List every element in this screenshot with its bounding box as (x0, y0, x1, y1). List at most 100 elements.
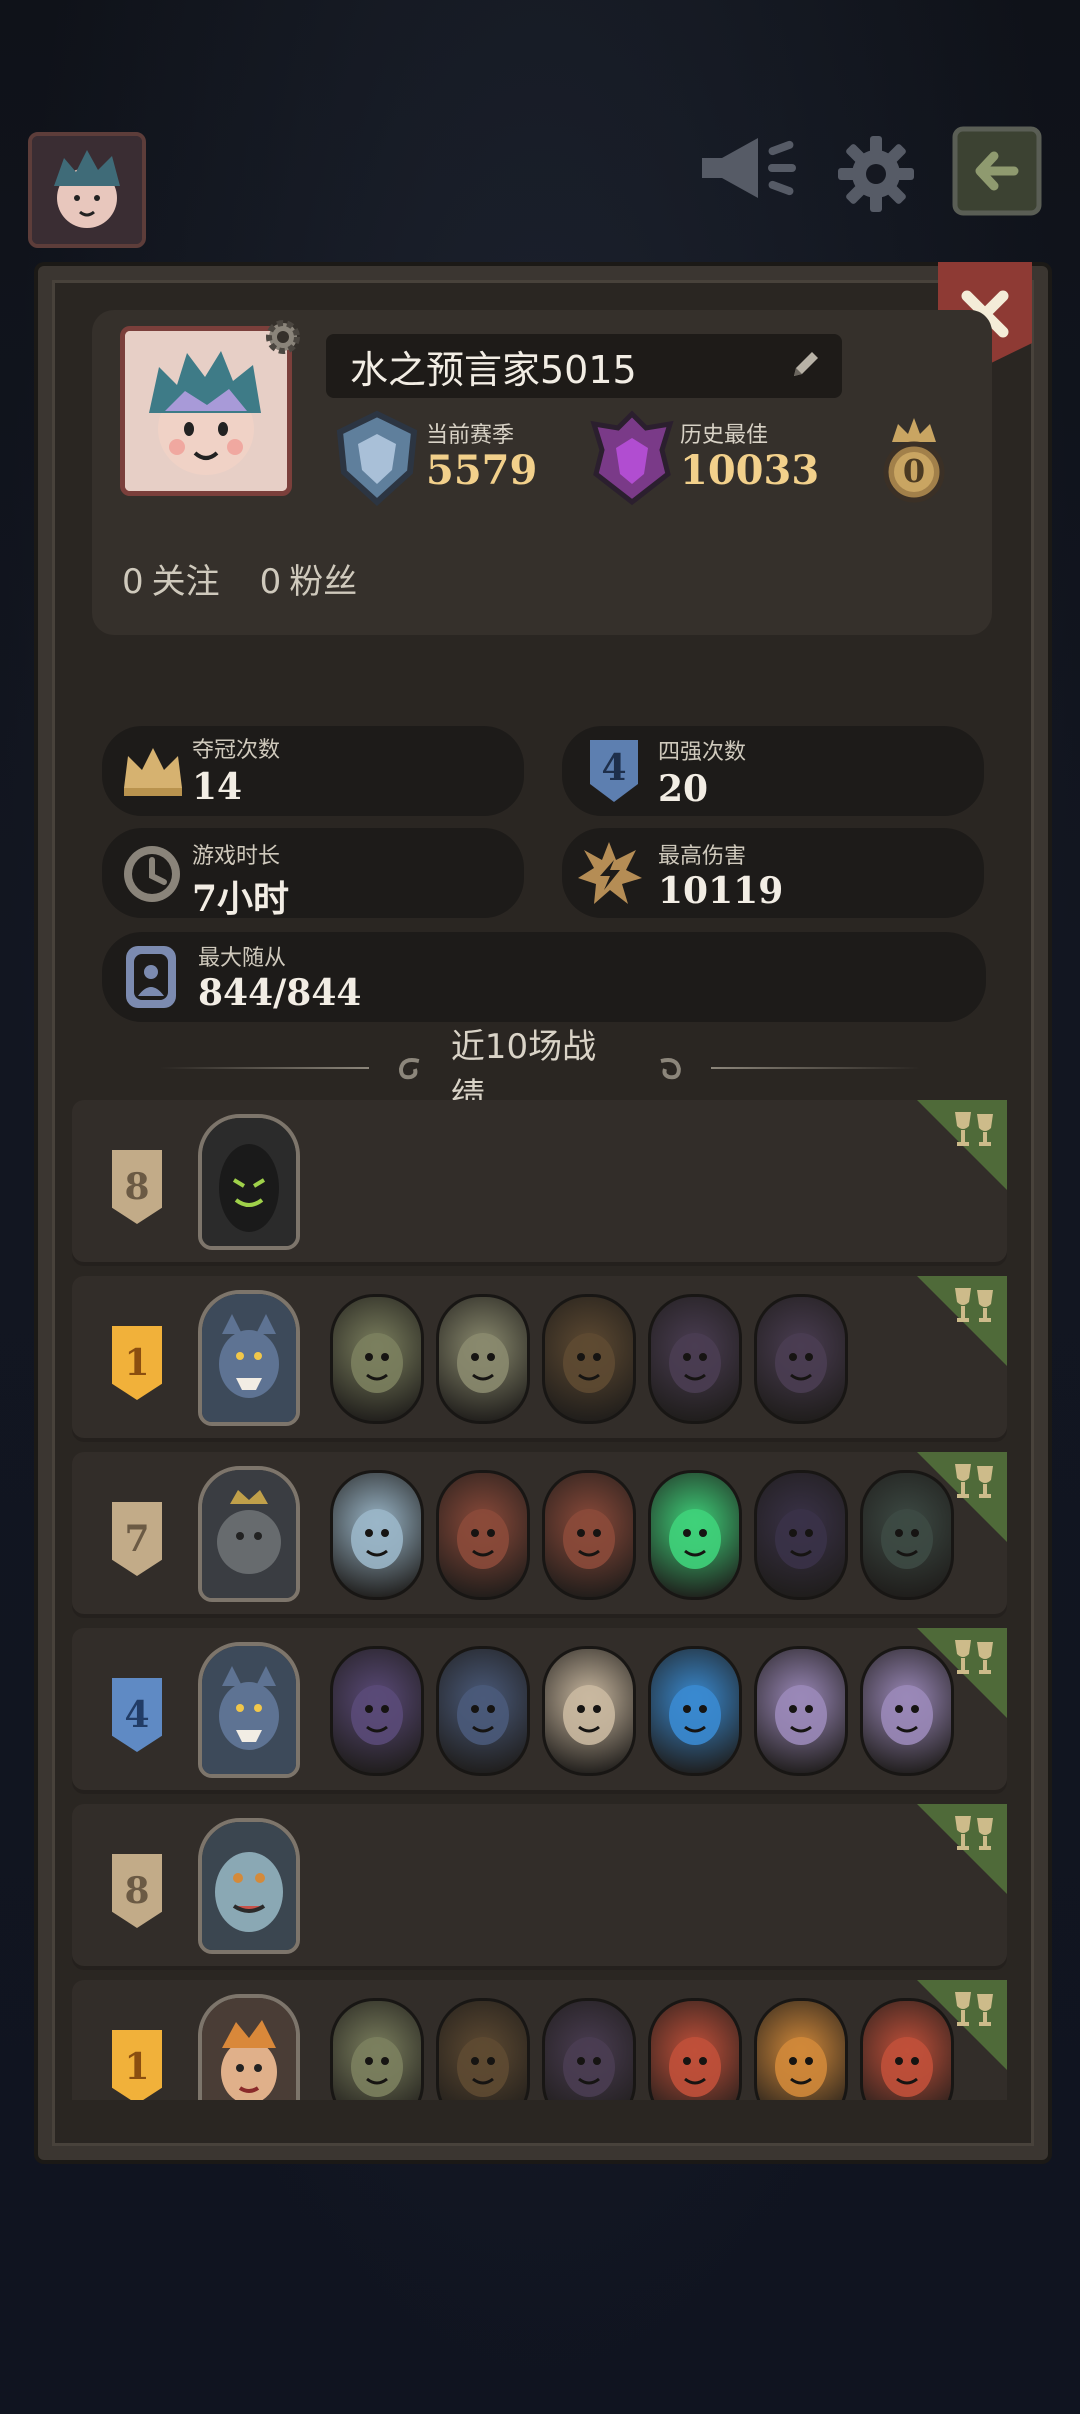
minion-portrait[interactable] (860, 1646, 954, 1776)
minion-portrait[interactable] (436, 1294, 530, 1424)
stat-top4-label: 四强次数 (658, 740, 747, 765)
minion-portrait[interactable] (648, 1998, 742, 2100)
minion-creature-icon (351, 1685, 403, 1745)
minion-portrait[interactable] (648, 1470, 742, 1600)
back-button-icon[interactable] (952, 126, 1042, 220)
minion-creature-icon (351, 1509, 403, 1569)
minion-creature-icon (669, 1509, 721, 1569)
double-cup-icon (955, 1816, 993, 1850)
hero-portrait[interactable] (198, 1994, 300, 2100)
minion-portrait[interactable] (542, 1470, 636, 1600)
minion-portrait[interactable] (542, 1998, 636, 2100)
best-score: 10033 (680, 447, 820, 494)
minion-creature-icon (775, 1333, 827, 1393)
minion-card-icon (126, 946, 176, 1008)
record-row[interactable]: 1 (72, 1276, 1007, 1442)
stat-max-minions-value: 844/844 (198, 972, 362, 1014)
minion-portrait[interactable] (648, 1294, 742, 1424)
swirl-ornament-icon (660, 1058, 682, 1080)
hero-portrait[interactable] (198, 1466, 300, 1602)
crown-icon (124, 748, 182, 796)
minion-creature-icon (457, 2037, 509, 2097)
minion-portrait[interactable] (542, 1294, 636, 1424)
minion-creature-icon (881, 1509, 933, 1569)
placement-badge: 4 (112, 1678, 162, 1752)
minion-creature-icon (351, 2037, 403, 2097)
record-row[interactable]: 7 (72, 1452, 1007, 1618)
divider-line-left (160, 1067, 369, 1069)
minion-portrait[interactable] (754, 1294, 848, 1424)
current-season-label: 当前赛季 (426, 423, 515, 448)
player-name-bar: 水之预言家5015 (326, 334, 842, 398)
stat-champions-label: 夺冠次数 (192, 738, 281, 763)
stat-top4: 4 四强次数 20 (562, 726, 984, 816)
announcement-icon[interactable] (696, 130, 800, 210)
record-row[interactable]: 8 (72, 1804, 1007, 1970)
minion-creature-icon (669, 1685, 721, 1745)
minion-portrait[interactable] (436, 1470, 530, 1600)
minion-creature-icon (669, 2037, 721, 2097)
fans-label[interactable]: 粉丝 (289, 562, 357, 602)
ogre-hero-icon (202, 1822, 296, 1950)
fans-count: 0 (259, 562, 282, 602)
minion-creature-icon (881, 1685, 933, 1745)
hero-portrait[interactable] (198, 1818, 300, 1954)
swirl-ornament-icon (398, 1058, 420, 1080)
stat-champions-value: 14 (192, 766, 243, 808)
minion-portrait[interactable] (754, 1646, 848, 1776)
minion-portrait[interactable] (648, 1646, 742, 1776)
wolf-hero-icon (202, 1294, 296, 1422)
stat-playtime: 游戏时长 7小时 (102, 828, 524, 920)
edit-name-pencil-icon[interactable] (786, 344, 826, 388)
goblin-hero-icon (202, 1998, 296, 2100)
hero-portrait[interactable] (198, 1642, 300, 1778)
hero-portrait[interactable] (198, 1290, 300, 1426)
minion-creature-icon (457, 1509, 509, 1569)
ratking-hero-icon (202, 1470, 296, 1598)
minion-creature-icon (457, 1685, 509, 1745)
shadow-ghost-icon (202, 1118, 296, 1246)
best-label: 历史最佳 (680, 423, 769, 448)
minion-portrait[interactable] (330, 1646, 424, 1776)
minion-creature-icon (881, 2037, 933, 2097)
stat-max-damage: 最高伤害 10119 (562, 828, 984, 918)
settings-gear-icon[interactable] (836, 134, 916, 218)
minion-portrait[interactable] (754, 1470, 848, 1600)
minion-portrait[interactable] (754, 1998, 848, 2100)
records-divider: 近10场战绩 (160, 1027, 920, 1116)
follow-count: 0 (122, 562, 144, 602)
placement-badge: 8 (112, 1854, 162, 1928)
record-row[interactable]: 1 (72, 1980, 1007, 2100)
minion-portrait[interactable] (860, 1998, 954, 2100)
placement-badge: 8 (112, 1150, 162, 1224)
follow-stats: 0 关注 0 粉丝 (122, 554, 371, 603)
minion-creature-icon (563, 1333, 615, 1393)
stat-max-damage-label: 最高伤害 (658, 844, 747, 869)
minion-portrait[interactable] (330, 1470, 424, 1600)
top-avatar-button[interactable] (28, 132, 146, 248)
stat-top4-value: 20 (658, 768, 709, 810)
stat-max-minions-label: 最大随从 (198, 946, 287, 971)
minion-portrait[interactable] (436, 1646, 530, 1776)
stat-champions: 夺冠次数 14 (102, 726, 524, 816)
minion-portrait[interactable] (330, 1998, 424, 2100)
minion-creature-icon (669, 1333, 721, 1393)
record-row[interactable]: 8 (72, 1100, 1007, 1266)
minion-portrait[interactable] (436, 1998, 530, 2100)
top4-badge-icon: 4 (590, 740, 638, 802)
minion-portrait[interactable] (542, 1646, 636, 1776)
svg-text:4: 4 (601, 747, 626, 789)
minion-portrait[interactable] (330, 1294, 424, 1424)
current-season-block: 当前赛季 5579 (332, 410, 537, 506)
record-row[interactable]: 4 (72, 1628, 1007, 1794)
follow-label[interactable]: 关注 (152, 562, 220, 602)
best-rank-crest-icon (590, 410, 674, 506)
season-shield-icon (336, 410, 418, 506)
double-cup-icon (955, 1112, 993, 1146)
hero-portrait[interactable] (198, 1114, 300, 1250)
avatar-settings-icon[interactable] (262, 316, 304, 362)
wolf-hero-icon (202, 1646, 296, 1774)
minion-portrait[interactable] (860, 1470, 954, 1600)
records-list[interactable]: 8 1 7 4 8 1 (72, 1100, 1007, 2100)
minion-creature-icon (563, 2037, 615, 2097)
